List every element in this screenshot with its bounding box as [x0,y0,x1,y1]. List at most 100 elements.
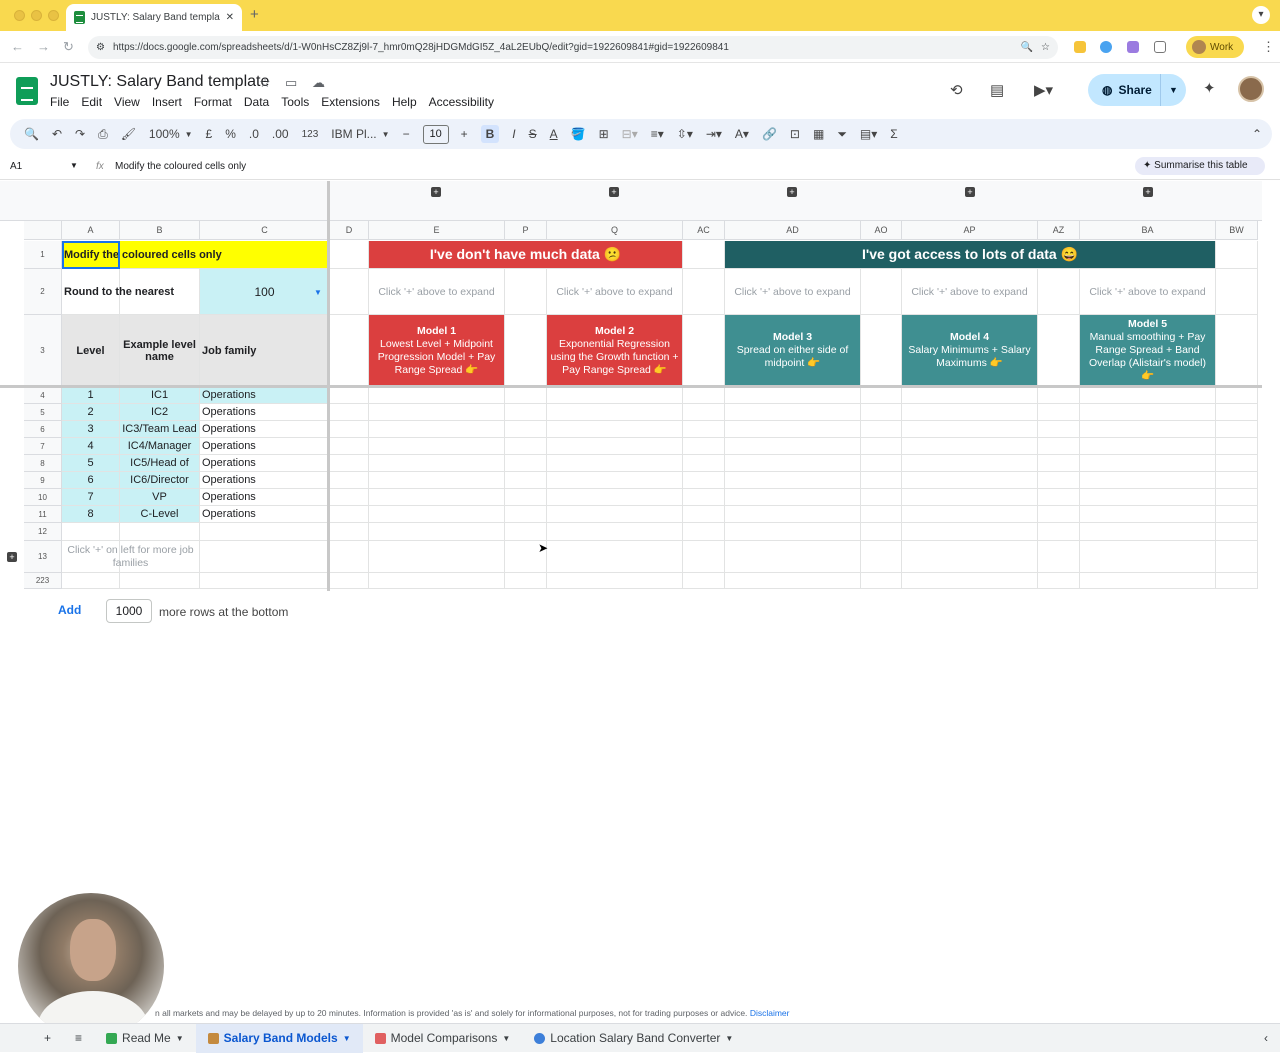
job-family[interactable]: Operations [200,472,330,489]
extension-icon[interactable] [1100,41,1112,53]
version-history-icon[interactable]: ⟲ [950,81,963,99]
text-color-button[interactable]: A [550,127,558,141]
menu-format[interactable]: Format [194,95,232,109]
row-header-1[interactable]: 1 [24,241,62,269]
grid-cell[interactable] [1080,472,1216,489]
format-percent-button[interactable]: % [225,127,236,141]
model-2-card[interactable]: Model 2 Exponential Regression using the … [547,315,683,387]
close-window-icon[interactable] [14,10,25,21]
grid-cell[interactable] [369,523,505,541]
menu-edit[interactable]: Edit [81,95,102,109]
a1-instruction[interactable]: Modify the coloured cells only [62,241,330,269]
grid-cell[interactable] [725,387,861,404]
decrease-font-size-icon[interactable]: − [403,127,410,141]
chevron-down-icon[interactable]: ▼ [185,130,193,139]
grid-cell[interactable] [547,387,683,404]
row-header-11[interactable]: 11 [24,506,62,523]
grid-cell[interactable] [330,387,369,404]
row-header-7[interactable]: 7 [24,438,62,455]
level-value[interactable]: 6 [62,472,120,489]
grid-cell[interactable] [369,489,505,506]
grid-cell[interactable] [200,523,330,541]
grid-cell[interactable] [369,438,505,455]
grid-cell[interactable] [330,315,369,387]
grid-cell[interactable] [547,404,683,421]
browser-tab[interactable]: JUSTLY: Salary Band templat ✕ [66,4,242,31]
text-wrapping-icon[interactable]: ⇥▾ [706,127,722,141]
job-family[interactable]: Operations [200,421,330,438]
extension-icon[interactable] [1074,41,1086,53]
level-name[interactable]: IC5/Head of [120,455,200,472]
grid-cell[interactable] [683,421,725,438]
collapse-toolbar-icon[interactable]: ⌃ [1252,127,1262,141]
menu-tools[interactable]: Tools [281,95,309,109]
level-value[interactable]: 7 [62,489,120,506]
model-5-card[interactable]: Model 5 Manual smoothing + Pay Range Spre… [1080,315,1216,387]
row-header-4[interactable]: 4 [24,387,62,404]
frozen-row-divider[interactable] [0,385,1262,388]
grid-cell[interactable] [861,455,902,472]
grid-cell[interactable] [683,541,725,573]
grid-cell[interactable] [330,506,369,523]
grid-cell[interactable] [1216,573,1258,589]
grid-cell[interactable] [725,489,861,506]
grid-cell[interactable] [902,523,1038,541]
model-4-card[interactable]: Model 4 Salary Minimums + Salary Maximums… [902,315,1038,387]
grid-cell[interactable] [62,523,120,541]
grid-cell[interactable] [547,506,683,523]
menu-view[interactable]: View [114,95,140,109]
grid-cell[interactable] [330,269,369,315]
chevron-down-icon[interactable]: ▼ [382,130,390,139]
grid-cell[interactable] [1038,421,1080,438]
paint-format-icon[interactable]: 🖌 [121,127,136,141]
back-icon[interactable]: ← [11,39,24,54]
bold-button[interactable]: B [480,125,500,143]
level-name[interactable]: IC3/Team Lead [120,421,200,438]
model-1-card[interactable]: Model 1 Lowest Level + Midpoint Progressi… [369,315,505,387]
chevron-down-icon[interactable]: ▼ [343,1034,351,1043]
round-value-select[interactable]: 100 [200,269,330,315]
grid-cell[interactable] [902,404,1038,421]
document-title[interactable]: JUSTLY: Salary Band template [50,73,269,91]
dropdown-arrow-icon[interactable]: ▼ [314,288,322,297]
sheet-tab-salary-band-models[interactable]: Salary Band Models ▼ [195,1023,363,1053]
grid-cell[interactable] [1080,421,1216,438]
sheet-tab-location-converter[interactable]: Location Salary Band Converter ▼ [522,1024,745,1053]
italic-button[interactable]: I [512,127,515,141]
job-family[interactable]: Operations [200,506,330,523]
grid-cell[interactable] [861,315,902,387]
grid-cell[interactable] [369,541,505,573]
borders-icon[interactable]: ⊞ [599,127,609,141]
grid-cell[interactable] [505,489,547,506]
column-header-p[interactable]: P [505,221,547,240]
grid-cell[interactable] [330,404,369,421]
grid-cell[interactable] [902,455,1038,472]
grid-cell[interactable] [1216,269,1258,315]
grid-cell[interactable] [683,387,725,404]
grid-cell[interactable] [1216,387,1258,404]
grid-cell[interactable] [683,472,725,489]
number-format-button[interactable]: 123 [302,129,319,140]
formula-input[interactable]: Modify the coloured cells only [115,161,246,172]
grid-cell[interactable] [1080,573,1216,589]
column-header-az[interactable]: AZ [1038,221,1080,240]
insert-chart-icon[interactable]: ▦ [813,127,824,141]
job-family[interactable]: Operations [200,489,330,506]
level-name[interactable]: IC1 [120,387,200,404]
grid-cell[interactable] [683,455,725,472]
grid-cell[interactable] [1216,489,1258,506]
grid-cell[interactable] [861,573,902,589]
collapse-sidebar-icon[interactable]: ‹ [1252,1024,1280,1053]
grid-cell[interactable] [547,472,683,489]
grid-cell[interactable] [1216,421,1258,438]
grid-cell[interactable] [902,387,1038,404]
grid-cell[interactable] [683,573,725,589]
grid-cell[interactable] [505,455,547,472]
row-header-10[interactable]: 10 [24,489,62,506]
profile-badge[interactable]: Work [1186,36,1244,58]
grid-cell[interactable] [330,455,369,472]
grid-cell[interactable] [1038,523,1080,541]
forward-icon[interactable]: → [37,39,50,54]
grid-cell[interactable] [1216,438,1258,455]
grid-corner[interactable] [24,221,62,240]
